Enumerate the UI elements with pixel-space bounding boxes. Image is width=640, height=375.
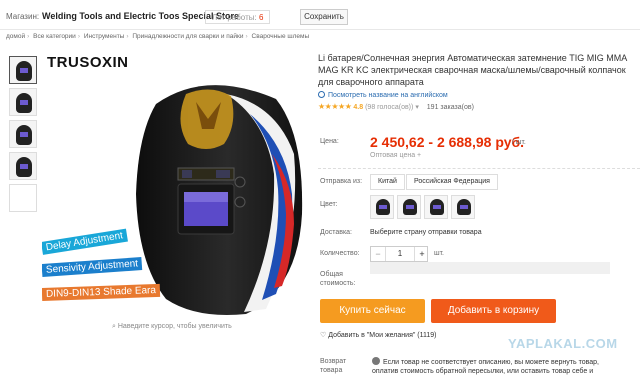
heart-icon: ♡ <box>320 332 327 339</box>
delivery-label: Доставка: <box>320 229 353 236</box>
wishlist-label: Добавить в "Мои желания" <box>328 332 416 339</box>
site-watermark: YAPLAKAL.COM <box>508 336 618 351</box>
wishlist-link[interactable]: ♡ Добавить в "Мои желания" (1119) <box>320 331 437 339</box>
quantity-decrease-button[interactable]: − <box>371 247 385 261</box>
color-swatch-1[interactable] <box>370 195 394 219</box>
zoom-hint-text: Наведите курсор, чтобы увеличить <box>117 323 232 330</box>
return-label: Возврат товара <box>320 358 347 374</box>
thumbnail-4[interactable] <box>9 152 37 180</box>
store-age-label: Лет работы: <box>212 13 257 22</box>
breadcrumb-separator: › <box>245 33 248 40</box>
color-swatch-4[interactable] <box>451 195 475 219</box>
product-title: Li батарея/Солнечная энергия Автоматичес… <box>318 53 627 87</box>
quantity-unit: шт. <box>434 250 444 257</box>
wholesale-price-toggle[interactable]: Оптовая цена + <box>370 152 421 159</box>
breadcrumb-all-categories[interactable]: Все категории <box>33 33 76 40</box>
rating-value: 4.8 <box>353 104 364 111</box>
main-product-image[interactable]: TRUSOXIN Delay Adjustment Sensivity Adju… <box>42 52 310 322</box>
info-icon <box>372 357 380 365</box>
breadcrumb-welding-helmets[interactable]: Сварочные шлемы <box>252 33 310 40</box>
total-price-label: Общая стоимость: <box>320 271 356 287</box>
thumbnail-2[interactable] <box>9 88 37 116</box>
breadcrumb-tools[interactable]: Инструменты <box>84 33 125 40</box>
save-store-button[interactable]: Сохранить <box>300 9 348 25</box>
quantity-stepper: − 1 + <box>370 246 428 262</box>
ship-from-label: Отправка из: <box>320 178 363 185</box>
rating-row: ★★★★★ 4.8 (98 голоса(ов)) ▾ 191 заказа(ов) <box>318 102 640 111</box>
breadcrumb: домой › Все категории › Инструменты › Прина… <box>6 33 309 40</box>
color-label: Цвет: <box>320 201 338 208</box>
product-info: Li батарея/Солнечная энергия Автоматичес… <box>318 52 640 111</box>
magnifier-icon: ⌕ <box>112 323 116 330</box>
breadcrumb-separator: › <box>77 33 80 40</box>
orders-count: 191 заказа(ов) <box>426 104 474 111</box>
translate-title-link[interactable]: Посмотреть название на английском <box>318 91 640 99</box>
price-unit: / шт. <box>512 139 526 146</box>
thumbnail-1[interactable] <box>9 56 37 84</box>
thumbnail-5[interactable] <box>9 184 37 212</box>
feature-tag-delay: Delay Adjustment <box>42 228 128 255</box>
breadcrumb-welding-accessories[interactable]: Принадлежности для сварки и пайки <box>132 33 243 40</box>
ship-from-china-option[interactable]: Китай <box>370 174 405 190</box>
add-to-cart-button[interactable]: Добавить в корзину <box>431 299 556 323</box>
buy-now-button[interactable]: Купить сейчас <box>320 299 425 323</box>
wishlist-count: (1119) <box>417 332 437 339</box>
store-label: Магазин: <box>6 12 40 21</box>
quantity-label: Количество: <box>320 250 360 257</box>
breadcrumb-home[interactable]: домой <box>6 33 25 40</box>
store-age-badge: Лет работы: 6 <box>205 10 271 24</box>
ship-from-russia-option[interactable]: Российская Федерация <box>406 174 498 190</box>
thumbnail-3[interactable] <box>9 120 37 148</box>
thumbnail-list <box>9 56 39 216</box>
welding-helmet-image <box>136 85 303 316</box>
delivery-text: Выберите страну отправки товара <box>370 229 482 236</box>
price-label: Цена: <box>320 138 339 145</box>
price-value: 2 450,62 - 2 688,98 руб. <box>370 134 525 150</box>
total-overlay <box>370 262 610 274</box>
votes-link[interactable]: (98 голоса(ов)) <box>365 104 413 111</box>
return-policy-text: Если товар не соответствует описанию, вы… <box>372 359 599 375</box>
zoom-hint: ⌕ Наведите курсор, чтобы увеличить <box>112 323 232 331</box>
color-swatch-2[interactable] <box>397 195 421 219</box>
chevron-down-icon[interactable]: ▾ <box>415 104 419 111</box>
star-rating-icon: ★★★★★ <box>318 102 352 111</box>
breadcrumb-separator: › <box>126 33 129 40</box>
divider <box>318 168 640 169</box>
store-header: Магазин: Welding Tools and Electric Toos… <box>0 0 640 30</box>
return-policy: Если товар не соответствует описанию, вы… <box>372 357 622 375</box>
color-swatch-3[interactable] <box>424 195 448 219</box>
globe-icon <box>318 91 325 98</box>
quantity-input[interactable]: 1 <box>385 247 415 261</box>
translate-title-text: Посмотреть название на английском <box>328 92 448 99</box>
quantity-increase-button[interactable]: + <box>415 247 429 261</box>
store-age-value: 6 <box>258 13 264 22</box>
brand-logo: TRUSOXIN <box>47 54 129 71</box>
breadcrumb-separator: › <box>27 33 30 40</box>
